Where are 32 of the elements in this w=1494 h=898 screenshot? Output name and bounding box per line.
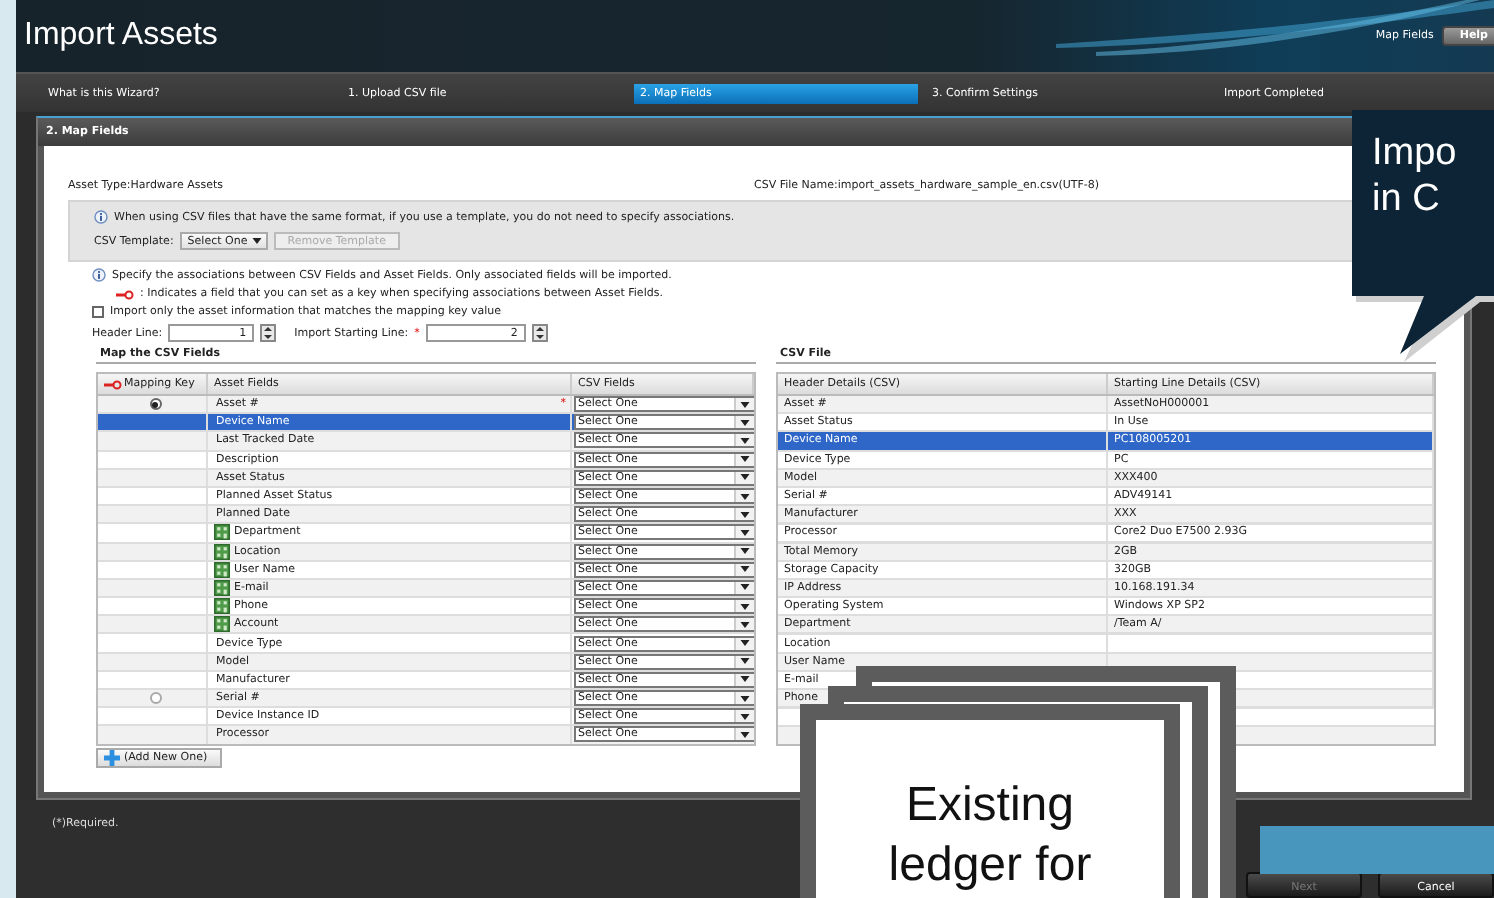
caret-icon bbox=[740, 731, 750, 738]
mapping-key-radio[interactable] bbox=[149, 398, 161, 411]
caret-icon bbox=[740, 621, 750, 628]
key-icon bbox=[104, 379, 122, 389]
caret-icon bbox=[740, 584, 750, 591]
caret-icon bbox=[740, 437, 750, 444]
window-title: Import Assets bbox=[24, 18, 218, 54]
caret-icon bbox=[740, 640, 750, 647]
ledger-note-card: Existing ledger for bbox=[800, 704, 1180, 898]
caret-icon bbox=[740, 493, 750, 500]
info-icon bbox=[94, 210, 108, 224]
caret-icon bbox=[740, 695, 750, 702]
caret-icon bbox=[740, 658, 750, 665]
caret-icon bbox=[740, 548, 750, 555]
spinner-icon[interactable] bbox=[531, 324, 548, 342]
caret-icon bbox=[740, 676, 750, 683]
key-icon bbox=[116, 289, 134, 299]
caret-icon bbox=[740, 529, 750, 536]
caret-icon bbox=[740, 419, 750, 426]
caret-icon bbox=[740, 566, 750, 573]
info-icon bbox=[92, 268, 106, 282]
spinner-icon[interactable] bbox=[260, 324, 277, 342]
caret-icon bbox=[740, 456, 750, 463]
plus-icon bbox=[104, 750, 120, 766]
mapping-key-radio[interactable] bbox=[149, 692, 161, 705]
caret-icon bbox=[740, 474, 750, 481]
caret-icon bbox=[740, 713, 750, 720]
checkbox[interactable] bbox=[92, 306, 104, 318]
caret-icon bbox=[251, 238, 262, 244]
caret-icon bbox=[740, 603, 750, 610]
caret-icon bbox=[740, 511, 750, 518]
caret-icon bbox=[740, 401, 750, 408]
